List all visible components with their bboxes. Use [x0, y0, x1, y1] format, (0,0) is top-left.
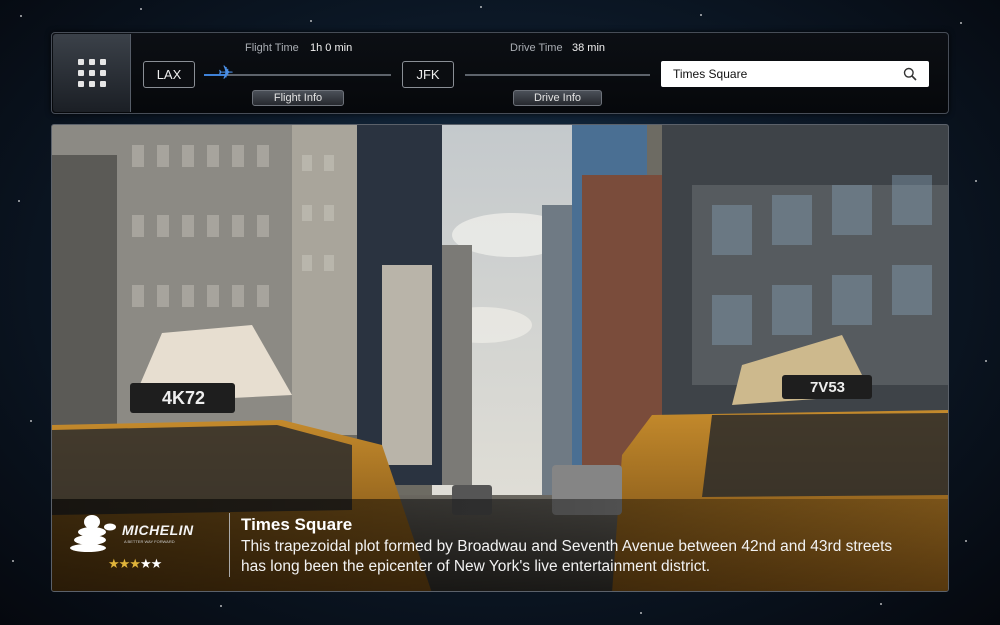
star-icon: ★: [118, 556, 131, 571]
origin-airport-code[interactable]: LAX: [143, 61, 195, 88]
place-title: Times Square: [241, 515, 353, 534]
michelin-man-icon: [70, 515, 116, 552]
airplane-icon: ✈: [218, 63, 234, 84]
flight-info-button[interactable]: Flight Info: [252, 90, 344, 106]
place-description: This trapezoidal plot formed by Broadwau…: [241, 538, 893, 575]
caption-divider: [229, 513, 230, 577]
grid-menu-button[interactable]: [53, 34, 131, 112]
destination-airport-code[interactable]: JFK: [402, 61, 454, 88]
michelin-logo: MICHELIN A BETTER WAY FORWARD: [62, 513, 227, 553]
guide-logo-text: MICHELIN: [122, 522, 194, 538]
destination-photo-panel: 4K72 7V53 MICHELIN A BETTER WAY FORWARD …: [51, 124, 949, 592]
drive-track: [465, 74, 650, 76]
star-icon: ★: [150, 556, 163, 571]
flight-time-value: 1h 0 min: [310, 42, 353, 54]
guide-tagline: A BETTER WAY FORWARD: [124, 539, 175, 544]
drive-time-value: 38 min: [572, 42, 606, 54]
drive-time-label: Drive Time: [510, 42, 563, 54]
taxi-plate-left: 4K72: [161, 388, 206, 408]
search-box: [661, 61, 929, 87]
trip-toolbar: LAX ✈ JFK Flight Time 1h 0 min Flight In…: [51, 32, 949, 114]
search-input[interactable]: [661, 61, 891, 87]
star-icon: ★: [139, 556, 152, 571]
taxi-plate-right: 7V53: [809, 379, 846, 396]
star-icon: ★: [108, 556, 120, 571]
flight-time-label: Flight Time: [245, 42, 299, 54]
star-icon: ★: [129, 556, 141, 571]
star-rating: ★★★★★: [108, 556, 163, 572]
drive-info-button[interactable]: Drive Info: [513, 90, 602, 106]
search-icon[interactable]: [903, 67, 917, 81]
place-caption: MICHELIN A BETTER WAY FORWARD ★★★★★ Time…: [52, 499, 948, 591]
grid-icon: [77, 59, 84, 65]
